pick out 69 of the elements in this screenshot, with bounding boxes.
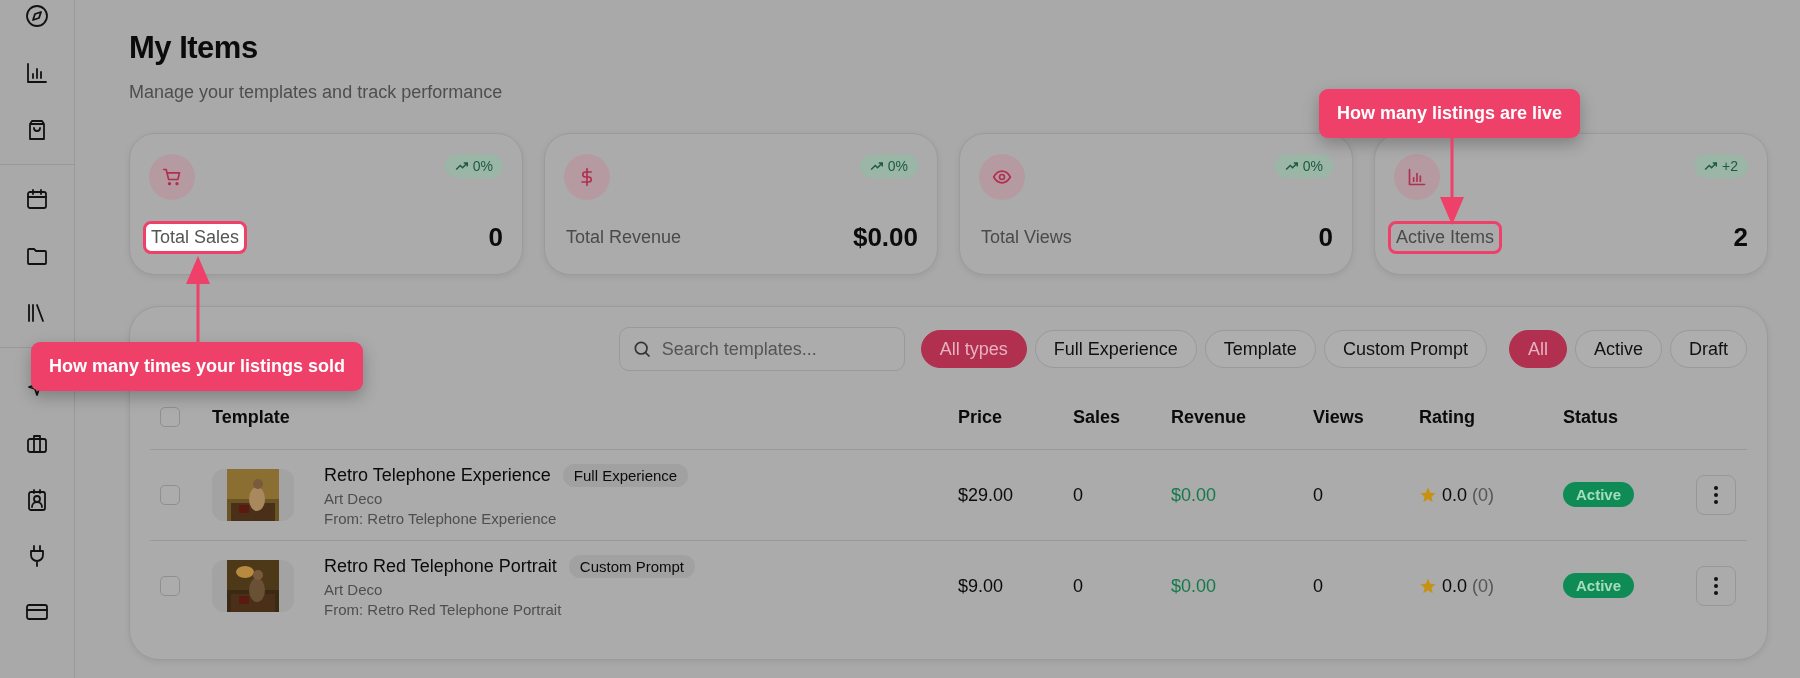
- trend-badge: 0%: [859, 154, 918, 178]
- column-header: Sales: [1073, 406, 1122, 428]
- column-header: Template: [212, 406, 291, 428]
- star-icon: [1419, 577, 1437, 595]
- briefcase-icon[interactable]: [25, 432, 49, 456]
- stat-value: $0.00: [852, 222, 918, 253]
- row-checkbox[interactable]: [160, 576, 180, 596]
- sales-cell-text: 0: [1073, 575, 1084, 597]
- status-badge: Active: [1563, 573, 1635, 598]
- revenue-cell-text: $0.00: [1171, 484, 1218, 506]
- price-cell-text: $29.00: [958, 484, 1015, 506]
- type-filter-chip[interactable]: Template: [1204, 330, 1316, 368]
- stat-label: Total Revenue: [565, 226, 683, 249]
- more-vertical-icon: [1714, 486, 1718, 504]
- template-name[interactable]: Retro Red Telephone Portrait: [324, 555, 557, 577]
- template-style: Art Deco: [324, 580, 384, 598]
- views-cell-text: 0: [1313, 484, 1324, 506]
- template-source: From: Retro Telephone Experience: [324, 509, 558, 527]
- trend-badge: +2: [1694, 154, 1748, 178]
- type-tag: Custom Prompt: [568, 554, 695, 578]
- rating-count: (0): [1472, 484, 1495, 506]
- sales-cell-text: 0: [1073, 484, 1084, 506]
- calendar-icon[interactable]: [25, 187, 49, 211]
- stat-icon: [149, 154, 195, 200]
- stat-value: 0: [1318, 222, 1333, 253]
- status-filter-chip[interactable]: Active: [1574, 330, 1662, 368]
- column-header: Price: [958, 406, 1004, 428]
- row-checkbox[interactable]: [160, 485, 180, 505]
- compass-icon[interactable]: [25, 4, 49, 28]
- trend-badge: 0%: [1274, 154, 1333, 178]
- status-badge: Active: [1563, 482, 1635, 507]
- more-vertical-icon: [1714, 577, 1718, 595]
- stat-label: Total Views: [980, 226, 1073, 249]
- contact-card-icon[interactable]: [25, 488, 49, 512]
- column-header: Rating: [1419, 406, 1476, 428]
- stat-icon: [564, 154, 610, 200]
- stat-label: Total Sales: [143, 221, 248, 254]
- type-tag: Full Experience: [562, 463, 689, 487]
- column-header: Status: [1563, 406, 1619, 428]
- price-cell-text: $9.00: [958, 575, 1005, 597]
- column-header: Revenue: [1171, 406, 1248, 428]
- stat-value: 2: [1733, 222, 1748, 253]
- type-filter-chip[interactable]: Custom Prompt: [1323, 330, 1487, 368]
- views-cell-text: 0: [1313, 575, 1324, 597]
- more-button[interactable]: [1696, 475, 1736, 515]
- stat-label: Active Items: [1388, 221, 1503, 254]
- template-style: Art Deco: [324, 489, 384, 507]
- page-subtitle: Manage your templates and track performance: [129, 82, 504, 103]
- status-filter-chip[interactable]: Draft: [1670, 330, 1747, 368]
- rating-value: 0.0: [1442, 484, 1468, 506]
- star-icon: [1419, 486, 1437, 504]
- page-title: My Items: [129, 30, 259, 66]
- stat-icon: [1394, 154, 1440, 200]
- column-header: Views: [1313, 406, 1365, 428]
- stat-icon: [979, 154, 1025, 200]
- rating-value: 0.0: [1442, 575, 1468, 597]
- bar-chart-icon[interactable]: [25, 61, 49, 85]
- trend-badge: 0%: [444, 154, 503, 178]
- template-name[interactable]: Retro Telephone Experience: [324, 464, 551, 486]
- revenue-cell-text: $0.00: [1171, 575, 1218, 597]
- template-source: From: Retro Red Telephone Portrait: [324, 600, 563, 618]
- type-filter-chip[interactable]: Full Experience: [1034, 330, 1197, 368]
- stat-value: 0: [488, 222, 503, 253]
- tooltip: How many times your listings sold: [31, 342, 364, 391]
- tooltip: How many listings are live: [1319, 89, 1581, 138]
- rating-count: (0): [1472, 575, 1495, 597]
- more-button[interactable]: [1696, 566, 1736, 606]
- select-all-checkbox[interactable]: [160, 407, 180, 427]
- search-field[interactable]: Search templates...: [618, 327, 905, 371]
